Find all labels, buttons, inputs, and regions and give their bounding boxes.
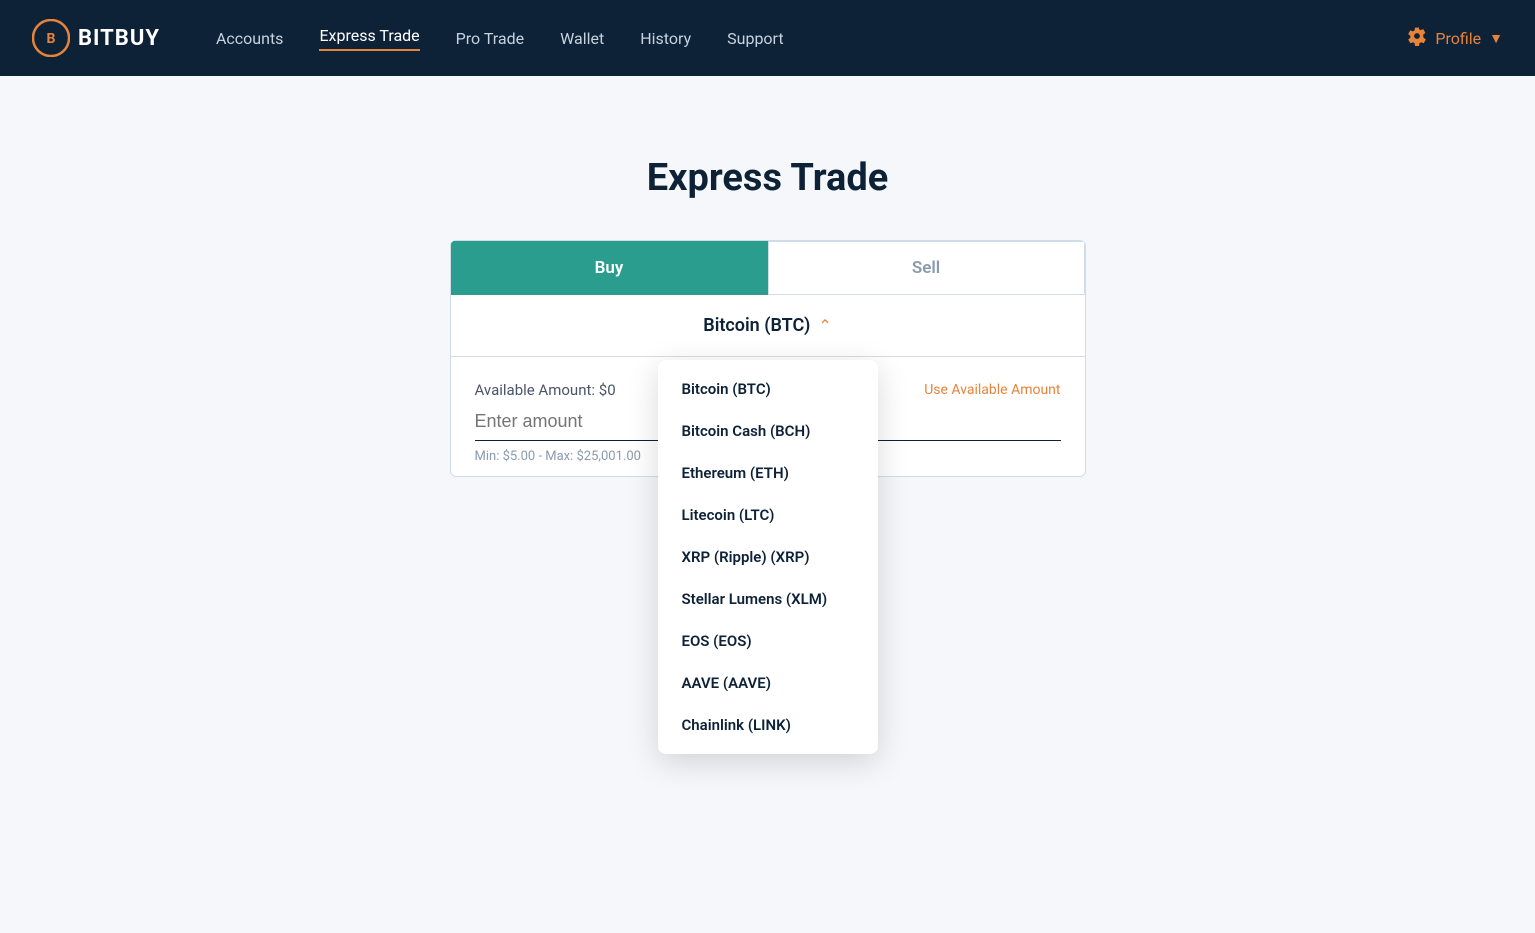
profile-menu[interactable]: Profile ▼ — [1407, 26, 1503, 50]
profile-label: Profile — [1435, 29, 1481, 48]
nav-wallet[interactable]: Wallet — [560, 29, 604, 48]
use-available-link[interactable]: Use Available Amount — [924, 382, 1060, 398]
nav-pro-trade[interactable]: Pro Trade — [456, 29, 524, 48]
dropdown-item-xrp[interactable]: XRP (Ripple) (XRP) — [658, 536, 878, 578]
dropdown-item-eos[interactable]: EOS (EOS) — [658, 620, 878, 662]
brand-name: BITBUY — [78, 26, 160, 51]
buy-tab[interactable]: Buy — [451, 241, 768, 295]
nav-express-trade[interactable]: Express Trade — [319, 26, 419, 51]
available-amount-value: $0 — [599, 381, 616, 399]
dropdown-item-aave[interactable]: AAVE (AAVE) — [658, 662, 878, 704]
selected-currency: Bitcoin (BTC) — [703, 315, 810, 336]
dropdown-item-eth[interactable]: Ethereum (ETH) — [658, 452, 878, 494]
currency-selector[interactable]: Bitcoin (BTC) ⌃ Bitcoin (BTC) Bitcoin Ca… — [451, 295, 1085, 357]
trade-tabs: Buy Sell — [451, 241, 1085, 295]
nav-accounts[interactable]: Accounts — [216, 29, 283, 48]
main-content: Express Trade Buy Sell Bitcoin (BTC) ⌃ B… — [0, 76, 1535, 477]
dropdown-item-link[interactable]: Chainlink (LINK) — [658, 704, 878, 746]
logo[interactable]: B BITBUY — [32, 19, 160, 57]
dropdown-item-xlm[interactable]: Stellar Lumens (XLM) — [658, 578, 878, 620]
nav-links: Accounts Express Trade Pro Trade Wallet … — [216, 26, 1367, 51]
profile-chevron-icon: ▼ — [1489, 30, 1503, 47]
dropdown-item-bch[interactable]: Bitcoin Cash (BCH) — [658, 410, 878, 452]
navbar: B BITBUY Accounts Express Trade Pro Trad… — [0, 0, 1535, 76]
chevron-up-icon: ⌃ — [818, 316, 831, 335]
svg-text:B: B — [47, 31, 56, 47]
sell-tab[interactable]: Sell — [768, 241, 1085, 295]
trade-card: Buy Sell Bitcoin (BTC) ⌃ Bitcoin (BTC) B… — [450, 240, 1086, 477]
dropdown-item-ltc[interactable]: Litecoin (LTC) — [658, 494, 878, 536]
dropdown-item-btc[interactable]: Bitcoin (BTC) — [658, 368, 878, 410]
gear-icon — [1407, 26, 1427, 50]
nav-history[interactable]: History — [640, 29, 691, 48]
available-label: Available Amount: $0 — [475, 381, 616, 399]
page-title: Express Trade — [647, 156, 889, 200]
currency-dropdown: Bitcoin (BTC) Bitcoin Cash (BCH) Ethereu… — [658, 360, 878, 754]
nav-support[interactable]: Support — [727, 29, 783, 48]
